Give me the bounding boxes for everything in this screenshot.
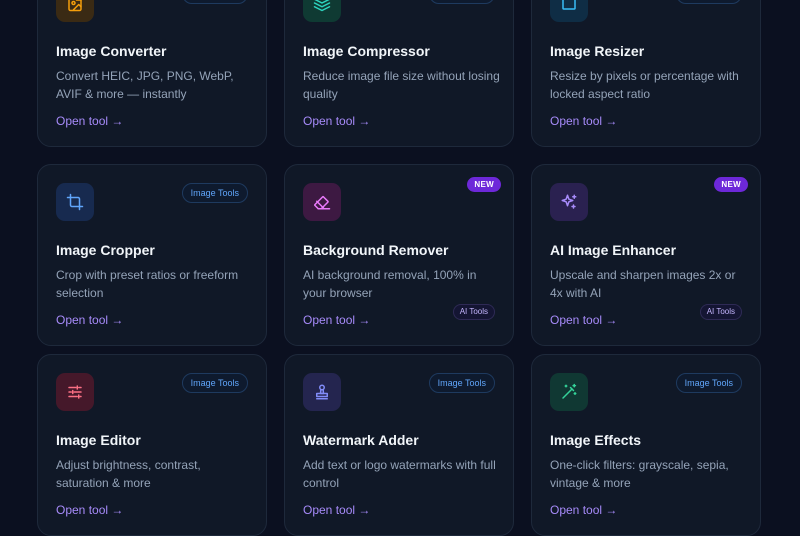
eraser-icon [314,196,331,210]
tool-card-image-converter[interactable]: Image Tools Image Converter Convert HEIC… [37,0,267,147]
icon-tile [303,0,341,22]
tool-title: AI Image Enhancer [550,242,677,258]
sparkles-icon [561,194,577,209]
new-badge: NEW [714,177,748,192]
stamp-icon [316,384,328,400]
tool-title: Image Converter [56,43,167,59]
tool-title: Image Compressor [303,43,430,59]
tool-card-watermark-adder[interactable]: Image Tools Watermark Adder Add text or … [284,354,514,536]
sliders-icon [68,385,82,399]
square-icon [562,0,576,10]
tool-title: Image Resizer [550,43,645,59]
icon-tile [550,183,588,221]
new-badge: NEW [467,177,501,192]
tool-description: Adjust brightness, contrast, saturation … [56,458,201,490]
tool-description: Add text or logo watermarks with full co… [303,458,496,490]
layers-icon [313,0,331,12]
tool-card-image-cropper[interactable]: Image Tools Image Cropper Crop with pres… [37,164,267,346]
open-tool-link[interactable]: Open tool → [56,114,123,128]
icon-tile [550,373,588,411]
category-badge: Image Tools [428,373,495,393]
category-badge: Image Tools [181,183,248,203]
category-badge: Image Tools [675,0,742,4]
open-tool-link[interactable]: Open tool → [303,503,370,517]
tool-title: Watermark Adder [303,432,419,448]
category-badge: Image Tools [675,373,742,393]
icon-tile [56,183,94,221]
crop-icon [66,193,84,211]
open-tool-link[interactable]: Open tool → [56,503,123,517]
open-tool-link[interactable]: Open tool → [550,114,617,128]
tool-description: AI background removal, 100% in your brow… [303,268,477,300]
tool-card-ai-image-enhancer[interactable]: NEW AI Image Enhancer Upscale and sharpe… [531,164,761,346]
tool-description: Resize by pixels or percentage with lock… [550,69,739,101]
tool-description: Reduce image file size without losing qu… [303,69,500,101]
tool-card-image-effects[interactable]: Image Tools Image Effects One-click filt… [531,354,761,536]
category-badge: Image Tools [181,0,248,4]
tool-card-image-resizer[interactable]: Image Tools Image Resizer Resize by pixe… [531,0,761,147]
tool-description: Convert HEIC, JPG, PNG, WebP, AVIF & mor… [56,69,234,101]
tool-card-background-remover[interactable]: NEW Background Remover AI background rem… [284,164,514,346]
category-badge: Image Tools [181,373,248,393]
open-tool-link[interactable]: Open tool → [56,313,123,327]
category-badge: Image Tools [428,0,495,4]
tool-title: Background Remover [303,242,449,258]
icon-tile [303,373,341,411]
icon-tile [56,0,94,22]
tool-card-image-compressor[interactable]: Image Tools Image Compressor Reduce imag… [284,0,514,147]
tool-description: Upscale and sharpen images 2x or 4x with… [550,268,736,300]
open-tool-link[interactable]: Open tool → [303,114,370,128]
open-tool-link[interactable]: Open tool → [303,313,370,327]
tool-title: Image Effects [550,432,642,448]
open-tool-link[interactable]: Open tool → [550,313,617,327]
icon-tile [56,373,94,411]
tool-description: One-click filters: grayscale, sepia, vin… [550,458,729,490]
tool-card-image-editor[interactable]: Image Tools Image Editor Adjust brightne… [37,354,267,536]
tool-title: Image Editor [56,432,141,448]
ai-tools-badge: AI Tools [452,304,495,320]
magic-wand-icon [562,383,577,399]
icon-tile [550,0,588,22]
image-file-icon [68,0,82,12]
tool-title: Image Cropper [56,242,155,258]
open-tool-link[interactable]: Open tool → [550,503,617,517]
ai-tools-badge: AI Tools [699,304,742,320]
icon-tile [303,183,341,221]
tool-description: Crop with preset ratios or freeform sele… [56,268,239,300]
